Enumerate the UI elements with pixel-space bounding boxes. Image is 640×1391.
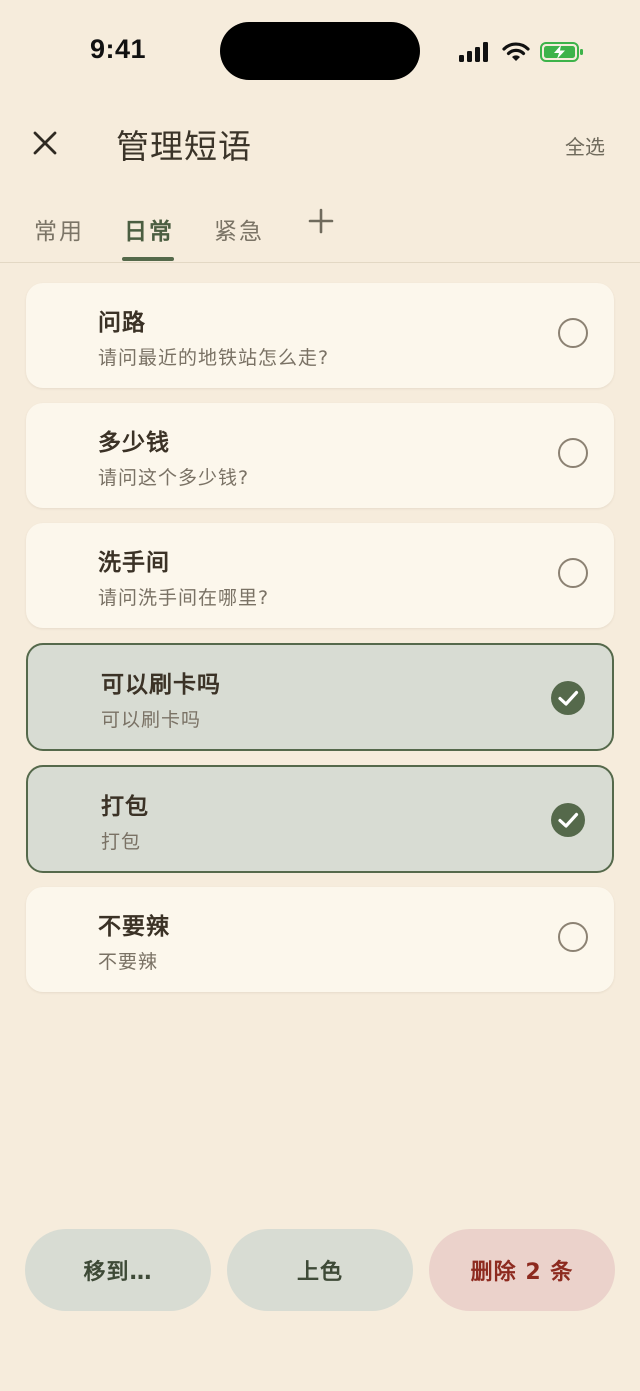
tab-common[interactable]: 常用 [34,212,84,246]
phrase-card[interactable]: 不要辣 不要辣 [26,887,614,992]
color-button[interactable]: 上色 [227,1229,413,1311]
phrase-title: 不要辣 [98,914,170,940]
phrase-card-selected[interactable]: 可以刷卡吗 可以刷卡吗 [26,643,614,751]
phrase-title: 打包 [101,794,149,820]
move-to-button[interactable]: 移到… [25,1229,211,1311]
status-time: 9:41 [90,34,147,64]
wifi-icon [502,42,530,61]
header: 管理短语 全选 [0,110,640,176]
radio-empty-icon[interactable] [558,922,588,952]
select-all-button[interactable]: 全选 [565,131,605,160]
plus-icon [308,208,334,234]
tab-emergency[interactable]: 紧急 [214,212,264,246]
phrase-subtitle: 可以刷卡吗 [101,709,202,731]
check-circle-icon[interactable] [551,803,585,837]
phrase-card[interactable]: 多少钱 请问这个多少钱? [26,403,614,508]
status-bar: 9:41 [0,0,640,100]
phrase-title: 多少钱 [98,430,170,456]
page-title: 管理短语 [116,127,252,166]
radio-empty-icon[interactable] [558,318,588,348]
status-icons [458,40,584,64]
phrase-card[interactable]: 洗手间 请问洗手间在哪里? [26,523,614,628]
active-tab-indicator [122,257,174,261]
phrase-subtitle: 不要辣 [98,951,159,973]
check-circle-icon[interactable] [551,681,585,715]
close-button[interactable] [26,124,64,162]
delete-button[interactable]: 删除 2 条 [429,1229,615,1311]
phrase-title: 洗手间 [98,550,170,576]
cellular-signal-icon [459,42,488,62]
radio-empty-icon[interactable] [558,558,588,588]
radio-empty-icon[interactable] [558,438,588,468]
close-icon [33,131,57,155]
phrase-subtitle: 打包 [101,831,142,853]
phrase-title: 问路 [98,310,146,336]
add-tab-button[interactable] [306,206,336,236]
phrase-subtitle: 请问洗手间在哪里? [98,587,270,609]
phrase-card[interactable]: 问路 请问最近的地铁站怎么走? [26,283,614,388]
dynamic-island [220,22,420,80]
phrase-subtitle: 请问这个多少钱? [98,467,250,489]
phrase-list: 问路 请问最近的地铁站怎么走? 多少钱 请问这个多少钱? 洗手间 请问洗手间在哪… [26,283,614,1007]
tab-daily[interactable]: 日常 [124,212,174,246]
battery-charging-icon [540,42,583,62]
phrase-card-selected[interactable]: 打包 打包 [26,765,614,873]
phrase-subtitle: 请问最近的地铁站怎么走? [98,347,330,369]
phrase-title: 可以刷卡吗 [101,672,221,698]
